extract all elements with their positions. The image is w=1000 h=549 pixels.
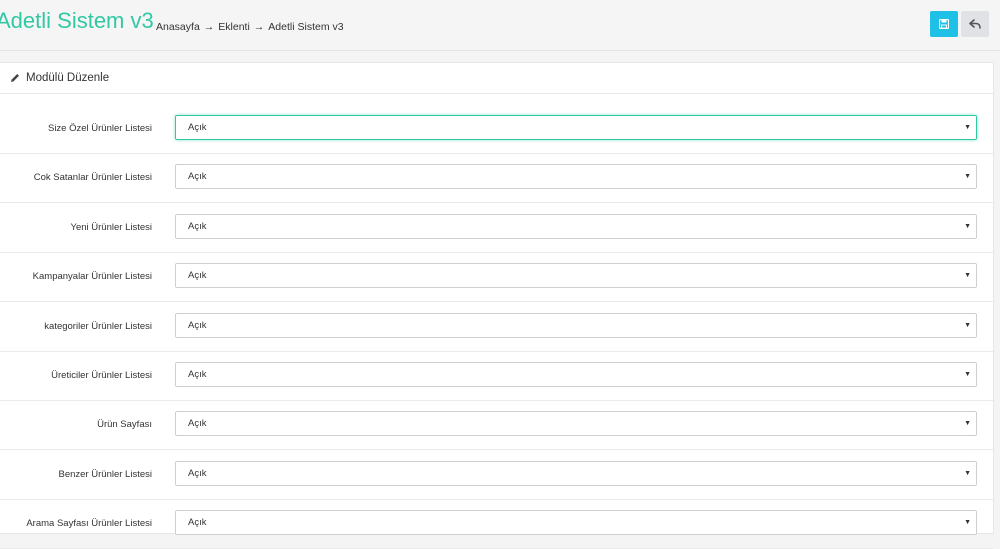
save-icon (939, 19, 949, 29)
select-value: Açık (188, 467, 207, 479)
breadcrumb: Anasayfa → Eklenti → Adetli Sistem v3 (156, 21, 344, 33)
save-button[interactable] (930, 11, 958, 37)
form-row: Arama Sayfası Ürünler Listesi Açık ▼ (0, 499, 993, 549)
form-row: Kampanyalar Ürünler Listesi Açık ▼ (0, 252, 993, 303)
form-row: Size Özel Ürünler Listesi Açık ▼ (0, 104, 993, 154)
form-row: kategoriler Ürünler Listesi Açık ▼ (0, 302, 993, 352)
form-row-label: Kampanyalar Ürünler Listesi (32, 271, 152, 283)
breadcrumb-item-home[interactable]: Anasayfa (156, 21, 200, 33)
form-row: Cok Satanlar Ürünler Listesi Açık ▼ (0, 153, 993, 204)
status-select[interactable]: Açık ▼ (175, 460, 977, 486)
status-select[interactable]: Açık ▼ (175, 115, 977, 140)
caret-down-icon: ▼ (964, 321, 971, 329)
panel-heading: Modülü Düzenle (0, 63, 993, 94)
form-row-label: Arama Sayfası Ürünler Listesi (26, 518, 152, 530)
form-row-label: kategoriler Ürünler Listesi (44, 320, 152, 332)
caret-down-icon: ▼ (964, 272, 971, 280)
caret-down-icon: ▼ (964, 469, 971, 477)
form-row: Benzer Ürünler Listesi Açık ▼ (0, 450, 993, 500)
status-select[interactable]: Açık ▼ (175, 362, 977, 387)
select-value: Açık (188, 369, 207, 380)
select-value: Açık (188, 270, 207, 282)
status-select[interactable]: Açık ▼ (175, 164, 977, 190)
select-value: Açık (188, 171, 207, 183)
form-row-label: Size Özel Ürünler Listesi (47, 123, 152, 134)
form-row-label: Benzer Ürünler Listesi (58, 468, 152, 480)
form-row-label: Yeni Ürünler Listesi (70, 221, 153, 233)
select-value: Açık (188, 220, 207, 232)
caret-down-icon: ▼ (964, 173, 971, 181)
caret-down-icon: ▼ (964, 371, 971, 378)
breadcrumb-item-current[interactable]: Adetli Sistem v3 (268, 21, 343, 33)
status-select[interactable]: Açık ▼ (175, 411, 977, 437)
form-row-label: Ürün Sayfası (97, 419, 152, 431)
reply-icon (969, 19, 981, 29)
caret-down-icon: ▼ (964, 222, 971, 230)
form-row: Üreticiler Ürünler Listesi Açık ▼ (0, 351, 993, 401)
status-select[interactable]: Açık ▼ (175, 510, 977, 536)
form-row: Yeni Ürünler Listesi Açık ▼ (0, 203, 993, 253)
page-title: Adetli Sistem v3 (0, 8, 154, 33)
breadcrumb-separator: → (203, 21, 215, 33)
breadcrumb-separator: → (253, 21, 265, 33)
page-header: Adetli Sistem v3 Anasayfa → Eklenti → Adetli… (0, 0, 1000, 51)
back-button[interactable] (961, 11, 989, 37)
pencil-icon (11, 74, 19, 82)
select-value: Açık (188, 418, 207, 430)
caret-down-icon: ▼ (964, 124, 971, 131)
status-select[interactable]: Açık ▼ (175, 312, 977, 338)
panel-title: Modülü Düzenle (26, 72, 110, 84)
select-value: Açık (188, 517, 207, 529)
status-select[interactable]: Açık ▼ (175, 263, 977, 289)
breadcrumb-item-extensions[interactable]: Eklenti (218, 21, 250, 33)
form-row: Ürün Sayfası Açık ▼ (0, 400, 993, 451)
status-select[interactable]: Açık ▼ (175, 213, 977, 239)
caret-down-icon: ▼ (964, 420, 971, 428)
caret-down-icon: ▼ (964, 519, 971, 527)
form-row-label: Cok Satanlar Ürünler Listesi (33, 172, 152, 184)
form-row-label: Üreticiler Ürünler Listesi (51, 370, 152, 381)
select-value: Açık (188, 122, 207, 133)
select-value: Açık (188, 319, 207, 331)
